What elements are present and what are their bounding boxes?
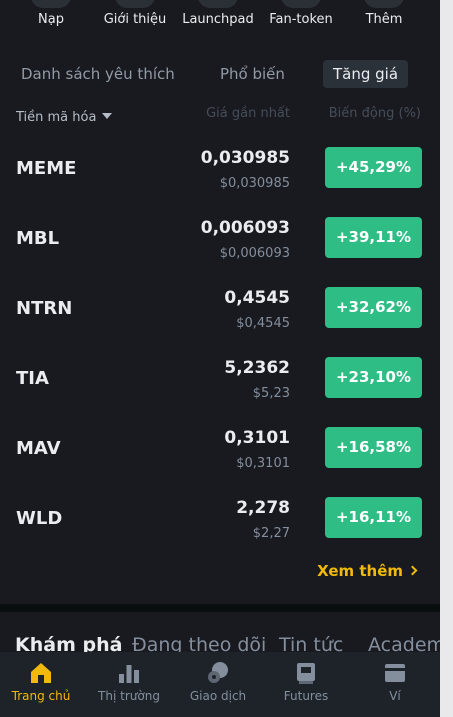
home-icon [28, 660, 54, 686]
table-row[interactable]: TIA 5,2362 $5,23 +23,10% [0, 350, 440, 420]
view-more-link[interactable]: Xem thêm [317, 562, 418, 580]
column-change-label: Biến động (%) [328, 106, 421, 121]
shortcut-label: Fan-token [269, 12, 333, 27]
app-screen: Nạp Giới thiệu Launchpad Fan-token Thêm … [0, 0, 440, 717]
table-row[interactable]: WLD 2,278 $2,27 +16,11% [0, 490, 440, 560]
coin-symbol: MAV [16, 438, 61, 459]
shortcut-referral[interactable]: Giới thiệu [95, 0, 175, 27]
shortcut-label: Nạp [38, 12, 64, 27]
last-price: 5,2362 [224, 358, 290, 378]
caret-down-icon [102, 113, 113, 119]
shortcut-row: Nạp Giới thiệu Launchpad Fan-token Thêm [0, 0, 440, 40]
column-header: Tiền mã hóa Giá gần nhất Biến động (%) [0, 106, 440, 126]
usd-price: $0,3101 [236, 456, 290, 471]
shortcut-launchpad[interactable]: Launchpad [178, 0, 258, 27]
column-name-sort[interactable]: Tiền mã hóa [16, 110, 113, 125]
usd-price: $2,27 [252, 526, 290, 541]
change-badge[interactable]: +23,10% [325, 357, 422, 398]
deposit-icon [31, 0, 71, 8]
shortcut-label: Thêm [365, 12, 403, 27]
gainers-list: MEME 0,030985 $0,030985 +45,29% MBL 0,00… [0, 140, 440, 560]
nav-trade[interactable]: Giao dịch [178, 652, 258, 703]
change-badge[interactable]: +39,11% [325, 217, 422, 258]
nav-home[interactable]: Trang chủ [1, 652, 81, 703]
table-row[interactable]: MBL 0,006093 $0,006093 +39,11% [0, 210, 440, 280]
nav-wallet[interactable]: Ví [355, 652, 435, 703]
coin-symbol: MEME [16, 158, 77, 179]
change-badge[interactable]: +45,29% [325, 147, 422, 188]
shortcut-label: Launchpad [182, 12, 254, 27]
nav-label: Giao dịch [189, 689, 247, 703]
change-badge[interactable]: +16,11% [325, 497, 422, 538]
usd-price: $0,006093 [219, 246, 290, 261]
market-tabs: Danh sách yêu thích Phổ biến Tăng giá [0, 60, 440, 90]
screen-edge [440, 0, 453, 717]
tab-popular[interactable]: Phổ biến [220, 60, 285, 88]
view-more-label: Xem thêm [317, 562, 403, 580]
tab-gainers[interactable]: Tăng giá [323, 60, 409, 88]
coin-symbol: MBL [16, 228, 60, 249]
launchpad-icon [198, 0, 238, 8]
nav-label: Ví [389, 689, 401, 703]
nav-label: Futures [283, 689, 329, 703]
section-divider [0, 604, 440, 612]
usd-price: $5,23 [252, 386, 290, 401]
last-price: 0,3101 [224, 428, 290, 448]
shortcut-fan-token[interactable]: Fan-token [261, 0, 341, 27]
last-price: 0,4545 [224, 288, 290, 308]
nav-futures[interactable]: Futures [266, 652, 346, 703]
shortcut-deposit[interactable]: Nạp [11, 0, 91, 27]
futures-icon [293, 660, 319, 686]
nav-label: Trang chủ [11, 689, 71, 703]
change-badge[interactable]: +16,58% [325, 427, 422, 468]
usd-price: $0,030985 [219, 176, 290, 191]
shortcut-more[interactable]: Thêm [344, 0, 424, 27]
table-row[interactable]: NTRN 0,4545 $0,4545 +32,62% [0, 280, 440, 350]
bottom-nav: Trang chủ Thị trường Giao dịch Futures V… [0, 652, 440, 717]
column-name-label: Tiền mã hóa [16, 110, 97, 125]
coin-symbol: TIA [16, 368, 49, 389]
change-badge[interactable]: +32,62% [325, 287, 422, 328]
coin-symbol: WLD [16, 508, 63, 529]
more-icon [364, 0, 404, 8]
markets-icon [116, 660, 142, 686]
last-price: 2,278 [236, 498, 290, 518]
last-price: 0,030985 [200, 148, 290, 168]
fan-token-icon [281, 0, 321, 8]
nav-markets[interactable]: Thị trường [89, 652, 169, 703]
column-price-label: Giá gần nhất [206, 106, 290, 121]
tab-favorites[interactable]: Danh sách yêu thích [21, 60, 175, 88]
nav-label: Thị trường [98, 689, 160, 703]
referral-icon [115, 0, 155, 8]
shortcut-label: Giới thiệu [103, 12, 167, 27]
last-price: 0,006093 [200, 218, 290, 238]
table-row[interactable]: MAV 0,3101 $0,3101 +16,58% [0, 420, 440, 490]
wallet-icon [382, 660, 408, 686]
table-row[interactable]: MEME 0,030985 $0,030985 +45,29% [0, 140, 440, 210]
usd-price: $0,4545 [236, 316, 290, 331]
coin-symbol: NTRN [16, 298, 73, 319]
trade-icon [205, 660, 231, 686]
chevron-right-icon [407, 565, 418, 576]
